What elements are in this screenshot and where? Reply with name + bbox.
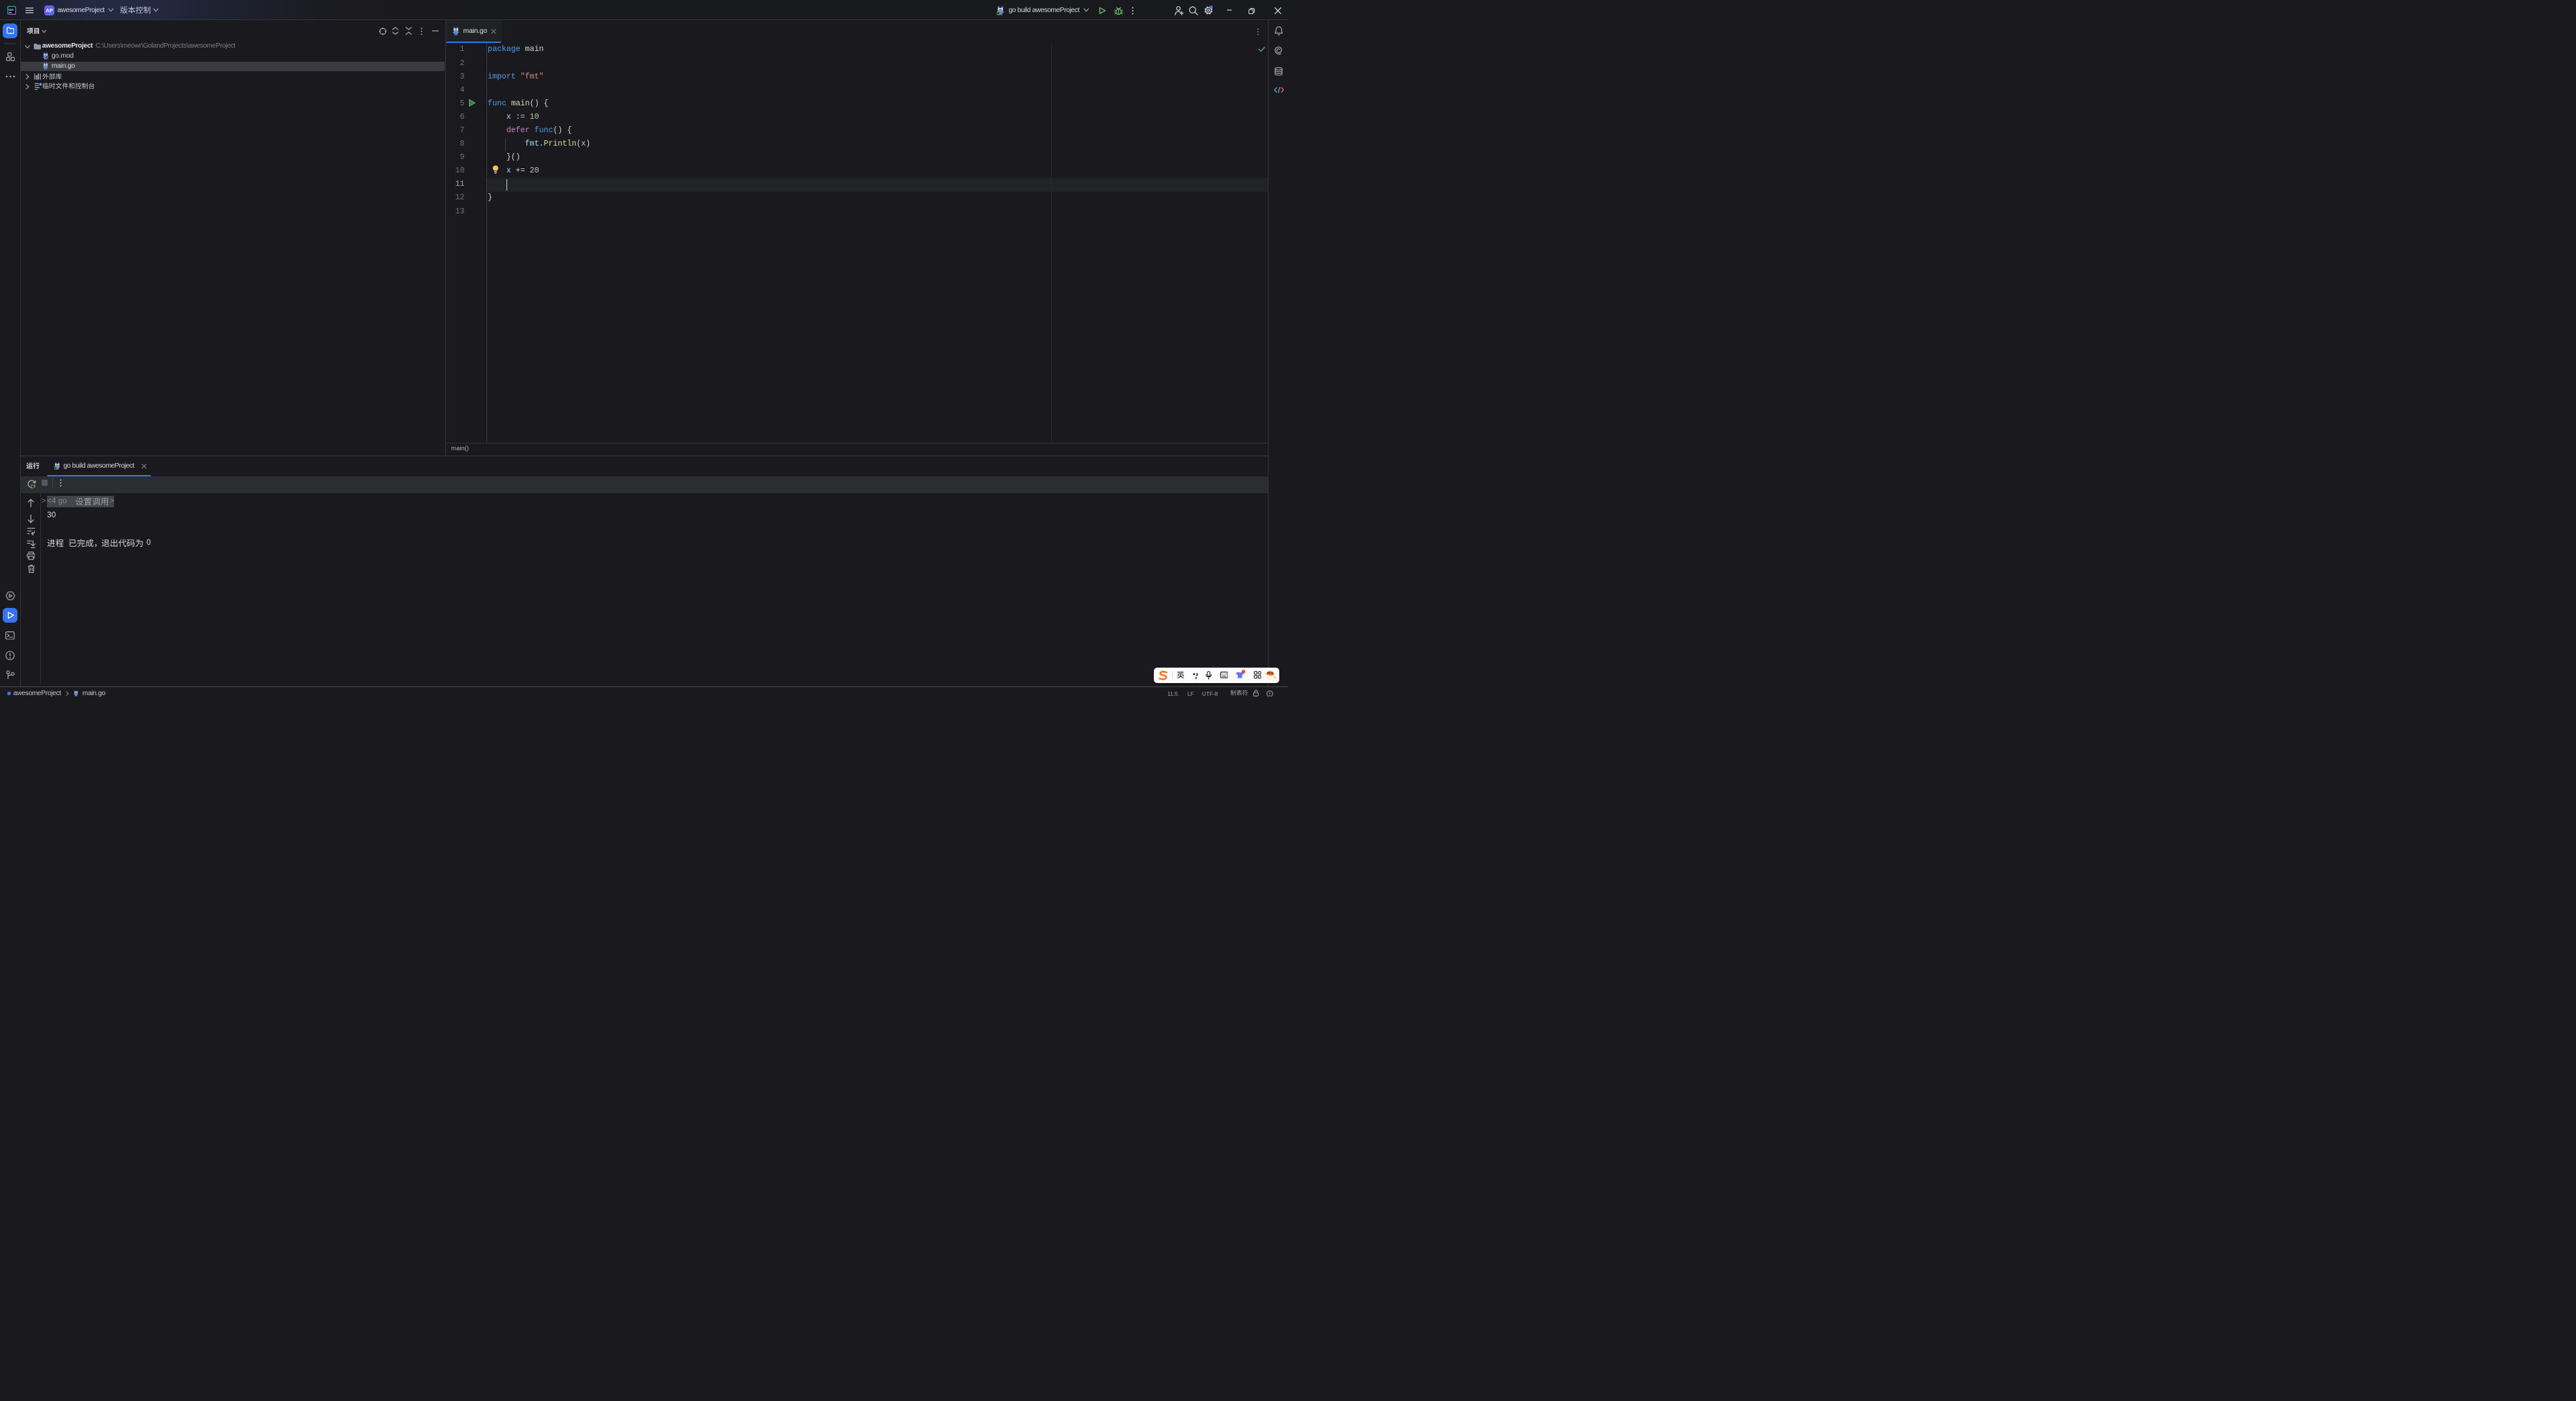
svg-text:GO: GO — [9, 8, 14, 11]
